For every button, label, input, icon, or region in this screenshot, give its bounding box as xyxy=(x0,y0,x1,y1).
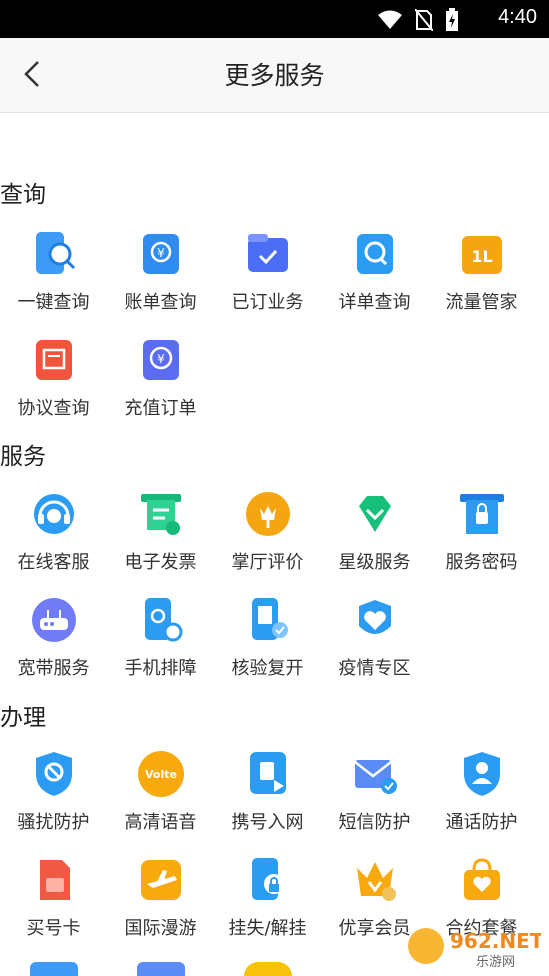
item-label: 疫情专区 xyxy=(338,658,411,679)
item-label: 流量管家 xyxy=(445,292,518,313)
flow-icon: 1L xyxy=(461,236,502,274)
item-label: 携号入网 xyxy=(231,812,304,833)
grid-item-detail-query[interactable]: 详单查询 xyxy=(321,230,428,330)
item-label: 手机排障 xyxy=(124,658,197,679)
item-label: 协议查询 xyxy=(17,398,90,419)
detail-search-icon xyxy=(356,234,393,274)
item-label: 掌厅评价 xyxy=(231,552,304,573)
partial-icon xyxy=(244,962,292,976)
status-icons xyxy=(377,8,459,32)
phone-gear-icon xyxy=(144,598,182,642)
item-label: 已订业务 xyxy=(231,292,304,313)
bill-icon: ¥ xyxy=(142,234,179,274)
svg-text:乐游网: 乐游网 xyxy=(476,955,515,970)
item-label: 挂失/解挂 xyxy=(228,918,307,939)
diamond-icon xyxy=(358,496,391,532)
grid-item-recharge-order[interactable]: ¥ 充值订单 xyxy=(107,336,214,436)
phone-verify-icon xyxy=(251,598,288,640)
item-label: 一键查询 xyxy=(17,292,90,313)
item-label: 通话防护 xyxy=(445,812,518,833)
grid-item-phone-trouble[interactable]: 手机排障 xyxy=(107,596,214,696)
item-label: 在线客服 xyxy=(17,552,90,573)
page-title: 更多服务 xyxy=(224,61,325,90)
shield-phone-icon xyxy=(35,752,72,796)
item-label: 高清语音 xyxy=(124,812,197,833)
grid-item-report-loss[interactable]: 挂失/解挂 xyxy=(214,856,321,956)
item-label: 买号卡 xyxy=(26,918,81,939)
phone-lock-icon xyxy=(251,858,284,900)
lock-icon xyxy=(459,494,504,534)
headset-icon xyxy=(33,494,74,534)
grid-item-rating[interactable]: 掌厅评价 xyxy=(214,490,321,590)
item-label: 国际漫游 xyxy=(124,918,197,939)
item-label: 核验复开 xyxy=(231,658,304,679)
grid-item-harass-protect[interactable]: 骚扰防护 xyxy=(0,750,107,850)
status-time: 4:40 xyxy=(498,6,537,28)
header-bar: 更多服务 xyxy=(0,38,549,113)
watermark-logo: 962.NET 乐游网 xyxy=(406,922,544,970)
grid-item-bill-query[interactable]: ¥ 账单查询 xyxy=(107,230,214,330)
item-label: 骚扰防护 xyxy=(17,812,90,833)
sim-card-icon xyxy=(39,860,70,900)
grid-item-port-in[interactable]: 携号入网 xyxy=(214,750,321,850)
item-label: 优享会员 xyxy=(338,918,411,939)
section-title-service: 服务 xyxy=(0,444,46,470)
mask-heart-icon xyxy=(358,600,391,634)
no-sim-icon xyxy=(415,9,433,31)
grid-item-hd-voice[interactable]: Volte 高清语音 xyxy=(107,750,214,850)
grid-item-sms-protect[interactable]: 短信防护 xyxy=(321,750,428,850)
svg-text:962.NET: 962.NET xyxy=(450,929,541,953)
airplane-icon xyxy=(140,860,181,900)
agreement-icon xyxy=(35,340,72,380)
wifi-icon xyxy=(378,10,402,29)
crown-icon xyxy=(356,862,396,901)
svg-text:Volte: Volte xyxy=(145,768,177,781)
item-label: 详单查询 xyxy=(338,292,411,313)
grid-item-intl-roaming[interactable]: 国际漫游 xyxy=(107,856,214,956)
grid-item-agreement-query[interactable]: 协议查询 xyxy=(0,336,107,436)
section-title-query: 查询 xyxy=(0,182,46,208)
recharge-icon: ¥ xyxy=(142,340,179,380)
item-label: 账单查询 xyxy=(124,292,197,313)
phone-search-icon xyxy=(35,232,75,274)
status-bar: 4:40 xyxy=(0,0,549,38)
grid-item-call-protect[interactable]: 通话防护 xyxy=(428,750,535,850)
grid-item-service-password[interactable]: 服务密码 xyxy=(428,490,535,590)
partial-icon xyxy=(137,962,185,976)
grid-item-verify-reopen[interactable]: 核验复开 xyxy=(214,596,321,696)
grid-item-epidemic[interactable]: 疫情专区 xyxy=(321,596,428,696)
grid-item-buy-sim[interactable]: 买号卡 xyxy=(0,856,107,956)
grid-item-subscribed[interactable]: 已订业务 xyxy=(214,230,321,330)
item-label: 星级服务 xyxy=(338,552,411,573)
grid-item-flow-manager[interactable]: 1L 流量管家 xyxy=(428,230,535,330)
svg-text:¥: ¥ xyxy=(157,246,165,260)
grid-item-one-key-query[interactable]: 一键查询 xyxy=(0,230,107,330)
battery-charging-icon xyxy=(446,8,458,31)
volte-icon: Volte xyxy=(137,751,184,797)
envelope-shield-icon xyxy=(353,760,397,794)
svg-text:1L: 1L xyxy=(471,247,492,266)
svg-text:¥: ¥ xyxy=(157,352,165,366)
item-label: 短信防护 xyxy=(338,812,411,833)
sim-phone-icon xyxy=(249,752,286,794)
grid-item-e-invoice[interactable]: 电子发票 xyxy=(107,490,214,590)
item-label: 服务密码 xyxy=(445,552,518,573)
item-label: 充值订单 xyxy=(124,398,197,419)
grid-item-broadband[interactable]: 宽带服务 xyxy=(0,596,107,696)
grid-item-star-service[interactable]: 星级服务 xyxy=(321,490,428,590)
partial-icon xyxy=(30,962,78,976)
router-icon xyxy=(31,598,76,642)
invoice-icon xyxy=(140,494,181,535)
folder-check-icon xyxy=(247,234,288,272)
flower-icon xyxy=(245,492,290,536)
section-title-handle: 办理 xyxy=(0,705,46,731)
shield-user-icon xyxy=(463,752,500,796)
item-label: 宽带服务 xyxy=(17,658,90,679)
item-label: 电子发票 xyxy=(124,552,197,573)
grid-item-online-service[interactable]: 在线客服 xyxy=(0,490,107,590)
gift-bag-icon xyxy=(463,858,500,900)
